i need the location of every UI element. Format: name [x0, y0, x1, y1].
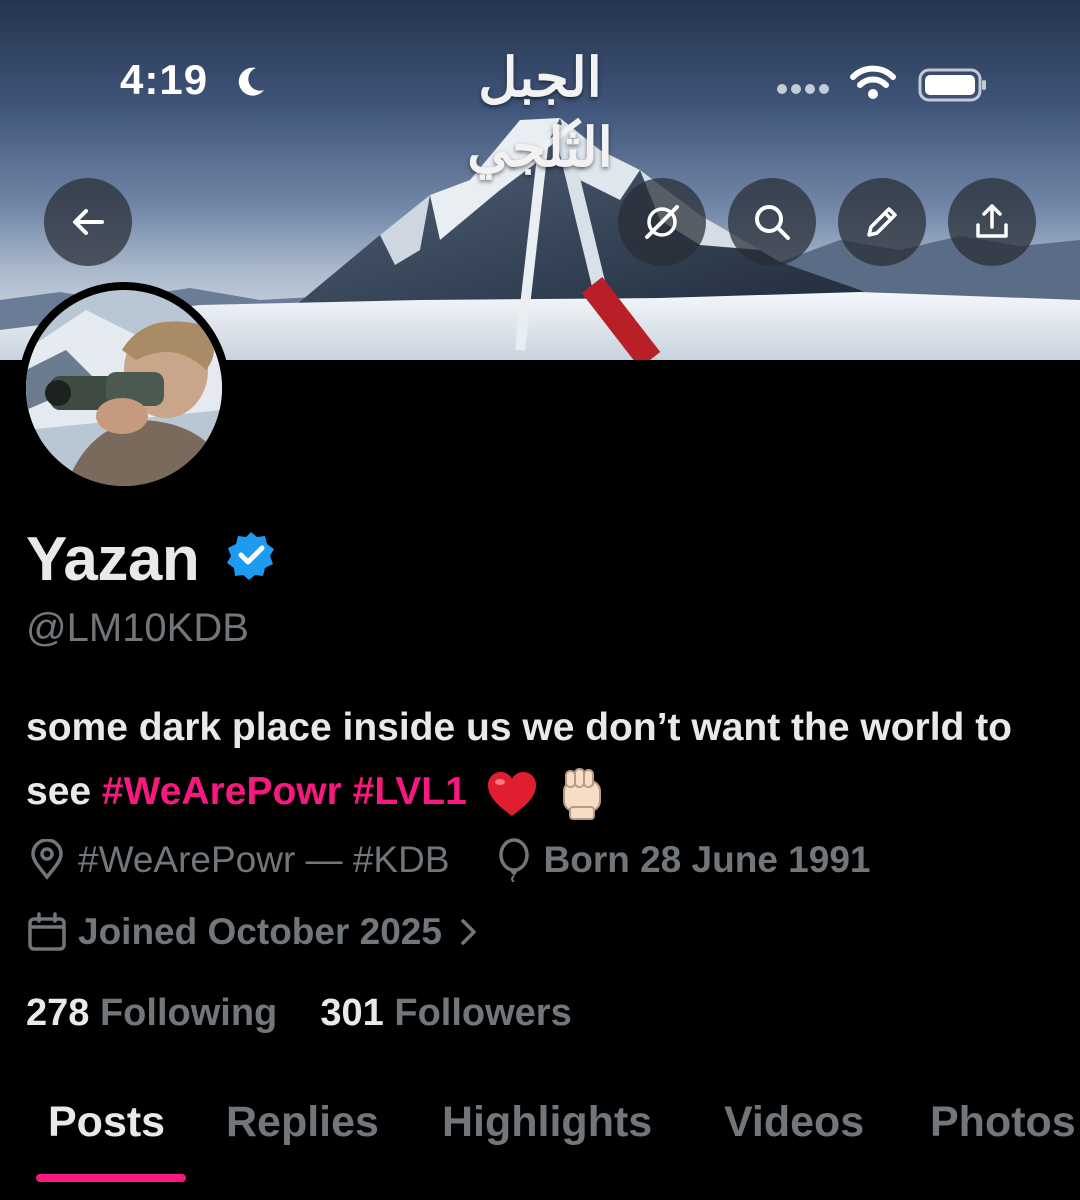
- followers-label: Followers: [394, 992, 572, 1034]
- edit-pencil-icon: [867, 207, 897, 237]
- tab-posts[interactable]: Posts: [48, 1098, 165, 1147]
- wifi-icon: [850, 65, 896, 99]
- back-button[interactable]: [44, 178, 132, 266]
- banner-title-text: الجبل الثلجي: [467, 45, 613, 179]
- raised-fist-icon: [563, 767, 602, 820]
- tab-replies[interactable]: Replies: [226, 1098, 379, 1147]
- search-button[interactable]: [728, 178, 816, 266]
- edit-button[interactable]: [838, 178, 926, 266]
- balloon-icon: [498, 838, 529, 882]
- status-bar: 4:19 الجبل الثلجي: [0, 0, 1080, 179]
- profile-location[interactable]: #WeArePowr — #KDB: [78, 839, 450, 881]
- display-name: Yazan: [26, 525, 200, 594]
- location-pin-icon: [31, 839, 63, 880]
- profile-bio: some dark place inside us we don’t want …: [26, 696, 1046, 824]
- profile-birthday: Born 28 June 1991: [543, 839, 871, 880]
- followers-link[interactable]: 301 Followers: [320, 992, 571, 1034]
- share-button[interactable]: [948, 178, 1036, 266]
- back-arrow-icon: [73, 209, 104, 235]
- followers-count: 301: [320, 992, 384, 1034]
- bio-hashtag-wearepowr[interactable]: #WeArePowr: [102, 770, 342, 813]
- signal-icon: [777, 84, 829, 94]
- profile-meta-row: #WeArePowr — #KDB Born 28 June 1991: [26, 836, 870, 884]
- moon-icon: [238, 67, 264, 96]
- following-label: Following: [99, 992, 278, 1034]
- tab-videos[interactable]: Videos: [724, 1098, 864, 1147]
- follow-stats: 278 Following 301 Followers: [26, 992, 572, 1035]
- following-link[interactable]: 278 Following: [26, 992, 277, 1034]
- battery-icon: [918, 68, 986, 102]
- tab-highlights[interactable]: Highlights: [442, 1098, 652, 1147]
- profile-avatar[interactable]: [18, 282, 230, 494]
- tab-photos[interactable]: Photos: [930, 1098, 1076, 1147]
- profile-tabs: Posts Replies Highlights Videos Photos: [0, 1090, 1080, 1200]
- grok-button[interactable]: [618, 178, 706, 266]
- profile-joined-date: Joined October 2025: [78, 911, 442, 952]
- status-time: 4:19: [120, 56, 209, 103]
- following-count: 278: [26, 992, 90, 1034]
- avatar-photo: [26, 290, 222, 486]
- bio-hashtag-lvl1[interactable]: #LVL1: [353, 770, 467, 813]
- verified-badge-icon[interactable]: [226, 530, 276, 580]
- profile-joined-row[interactable]: Joined October 2025: [26, 908, 494, 956]
- user-handle: @LM10KDB: [26, 606, 249, 650]
- red-heart-icon: [487, 771, 536, 816]
- chevron-right-icon: [461, 919, 476, 945]
- grok-icon: [645, 205, 679, 239]
- share-icon: [976, 204, 1008, 238]
- calendar-icon: [28, 912, 66, 951]
- search-icon: [755, 205, 790, 240]
- active-tab-indicator: [36, 1174, 186, 1182]
